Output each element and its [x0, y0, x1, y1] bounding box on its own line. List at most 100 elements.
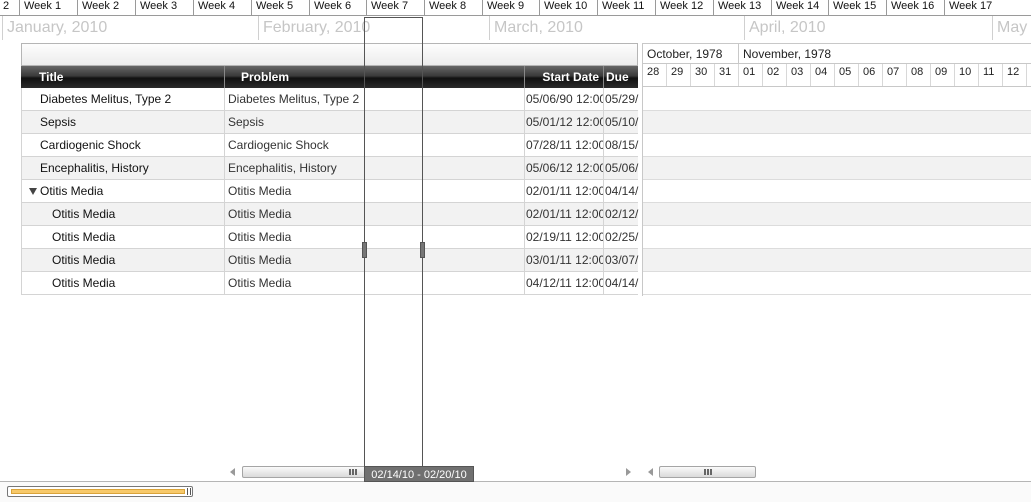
- timeline-preview: [11, 489, 185, 494]
- time-range-selection[interactable]: [362, 17, 425, 481]
- grid-scroll-thumb[interactable]: [242, 466, 366, 478]
- gantt-month-header: October, 1978 November, 1978: [643, 43, 1031, 64]
- gantt-row[interactable]: [643, 134, 1031, 157]
- week-label: Week 9: [482, 0, 540, 15]
- start-date-cell[interactable]: 05/06/12 12:00: [525, 157, 604, 179]
- table-row[interactable]: Sepsis Sepsis 05/01/12 12:00 05/10/: [21, 111, 638, 134]
- scroll-left-icon[interactable]: [648, 468, 653, 476]
- due-date-cell[interactable]: 02/25/: [604, 226, 639, 248]
- gantt-horizontal-scrollbar[interactable]: [645, 465, 1031, 479]
- timeline-scrollbar[interactable]: [0, 481, 1031, 502]
- title-cell[interactable]: Otitis Media: [22, 203, 225, 225]
- week-label: Week 6: [309, 0, 367, 15]
- start-date-cell[interactable]: 02/01/11 12:00: [525, 203, 604, 225]
- gantt-day-label: 11: [979, 64, 1003, 86]
- start-date-cell[interactable]: 04/12/11 12:00: [525, 272, 604, 294]
- gantt-day-label: 04: [811, 64, 835, 86]
- gantt-month-label: November, 1978: [739, 44, 1031, 64]
- week-label: Week 3: [135, 0, 193, 15]
- grid-rows: Diabetes Melitus, Type 2 Diabetes Melitus…: [21, 88, 638, 295]
- group-panel[interactable]: [21, 43, 638, 66]
- grip-icon[interactable]: [187, 488, 191, 495]
- start-date-cell[interactable]: 02/01/11 12:00: [525, 180, 604, 202]
- gantt-row[interactable]: [643, 111, 1031, 134]
- range-selection-label: 02/14/10 - 02/20/10: [364, 466, 474, 482]
- grip-icon: [704, 469, 712, 475]
- gantt-row[interactable]: [643, 88, 1031, 111]
- due-date-cell[interactable]: 04/14/: [604, 180, 639, 202]
- start-date-cell[interactable]: 05/01/12 12:00: [525, 111, 604, 133]
- gantt-row[interactable]: [643, 180, 1031, 203]
- title-cell[interactable]: Otitis Media: [22, 226, 225, 248]
- title-cell[interactable]: Diabetes Melitus, Type 2: [22, 88, 225, 110]
- due-date-cell[interactable]: 03/07/: [604, 249, 639, 271]
- gantt-row[interactable]: [643, 226, 1031, 249]
- grip-icon: [349, 469, 357, 475]
- table-row[interactable]: Otitis Media Otitis Media 02/19/11 12:00 02…: [21, 226, 638, 249]
- gantt-day-label: 28: [643, 64, 667, 86]
- table-row[interactable]: Cardiogenic Shock Cardiogenic Shock 07/28/…: [21, 134, 638, 157]
- week-label: Week 1: [19, 0, 77, 15]
- range-end-handle[interactable]: [420, 242, 425, 258]
- timeline-scroll-thumb[interactable]: [7, 486, 193, 497]
- week-label: Week 10: [539, 0, 597, 15]
- week-label: Week 12: [655, 0, 713, 15]
- gantt-day-header: 28 29 30 31 01 02 03 04 05 06 07 08 09 10 11 12: [643, 64, 1031, 87]
- title-cell[interactable]: Encephalitis, History: [22, 157, 225, 179]
- due-date-cell[interactable]: 05/06/: [604, 157, 639, 179]
- gantt-day-label: 03: [787, 64, 811, 86]
- gantt-day-label: 02: [763, 64, 787, 86]
- gantt-scroll-thumb[interactable]: [659, 466, 756, 478]
- title-cell[interactable]: Otitis Media: [22, 180, 225, 202]
- title-cell[interactable]: Otitis Media: [22, 272, 225, 294]
- range-start-handle[interactable]: [362, 242, 367, 258]
- due-date-cell[interactable]: 04/14/: [604, 272, 639, 294]
- due-date-cell[interactable]: 02/12/: [604, 203, 639, 225]
- week-label: Week 13: [713, 0, 771, 15]
- column-header-start-date[interactable]: Start Date: [525, 66, 604, 88]
- due-date-cell[interactable]: 05/29/: [604, 88, 639, 110]
- title-cell[interactable]: Cardiogenic Shock: [22, 134, 225, 156]
- week-label: Week 5: [251, 0, 309, 15]
- table-row[interactable]: Diabetes Melitus, Type 2 Diabetes Melitus…: [21, 88, 638, 111]
- gantt-day-label: 05: [835, 64, 859, 86]
- title-cell[interactable]: Sepsis: [22, 111, 225, 133]
- gantt-day-label: 06: [859, 64, 883, 86]
- start-date-cell[interactable]: 07/28/11 12:00: [525, 134, 604, 156]
- gantt-pane: October, 1978 November, 1978 28 29 30 31 01 02…: [642, 43, 1031, 296]
- gantt-day-label: 31: [715, 64, 739, 86]
- gantt-day-label: 29: [667, 64, 691, 86]
- gantt-day-label: 09: [931, 64, 955, 86]
- month-label: April, 2010: [744, 16, 826, 40]
- grid-header: Title Problem Start Date Due: [21, 66, 638, 88]
- gantt-day-label: 08: [907, 64, 931, 86]
- title-cell[interactable]: Otitis Media: [22, 249, 225, 271]
- due-date-cell[interactable]: 08/15/: [604, 134, 639, 156]
- table-row[interactable]: Otitis Media Otitis Media 02/01/11 12:00 02…: [21, 203, 638, 226]
- due-date-cell[interactable]: 05/10/: [604, 111, 639, 133]
- gantt-row[interactable]: [643, 157, 1031, 180]
- scroll-right-icon[interactable]: [626, 468, 631, 476]
- gantt-row[interactable]: [643, 272, 1031, 295]
- table-row[interactable]: Otitis Media Otitis Media 04/12/11 12:00 04…: [21, 272, 638, 295]
- month-label: March, 2010: [489, 16, 583, 40]
- month-label: May: [992, 16, 1027, 40]
- week-label: Week 7: [366, 0, 424, 15]
- week-label: Week 8: [424, 0, 482, 15]
- start-date-cell[interactable]: 03/01/11 12:00: [525, 249, 604, 271]
- start-date-cell[interactable]: 05/06/90 12:00: [525, 88, 604, 110]
- table-row[interactable]: Encephalitis, History Encephalitis, Histo…: [21, 157, 638, 180]
- week-label: Week 14: [771, 0, 829, 15]
- table-row[interactable]: Otitis Media Otitis Media 03/01/11 12:00 03…: [21, 249, 638, 272]
- column-header-title[interactable]: Title: [21, 66, 225, 88]
- start-date-cell[interactable]: 02/19/11 12:00: [525, 226, 604, 248]
- scroll-left-icon[interactable]: [230, 468, 235, 476]
- month-band: January, 2010 February, 2010 March, 2010 Ap…: [0, 16, 1031, 40]
- column-header-due[interactable]: Due: [604, 66, 638, 88]
- gantt-row[interactable]: [643, 249, 1031, 272]
- gantt-row[interactable]: [643, 203, 1031, 226]
- week-label: Week 4: [193, 0, 251, 15]
- table-row[interactable]: Otitis Media Otitis Media 02/01/11 12:00 04…: [21, 180, 638, 203]
- gantt-day-label: 07: [883, 64, 907, 86]
- gantt-day-label: 30: [691, 64, 715, 86]
